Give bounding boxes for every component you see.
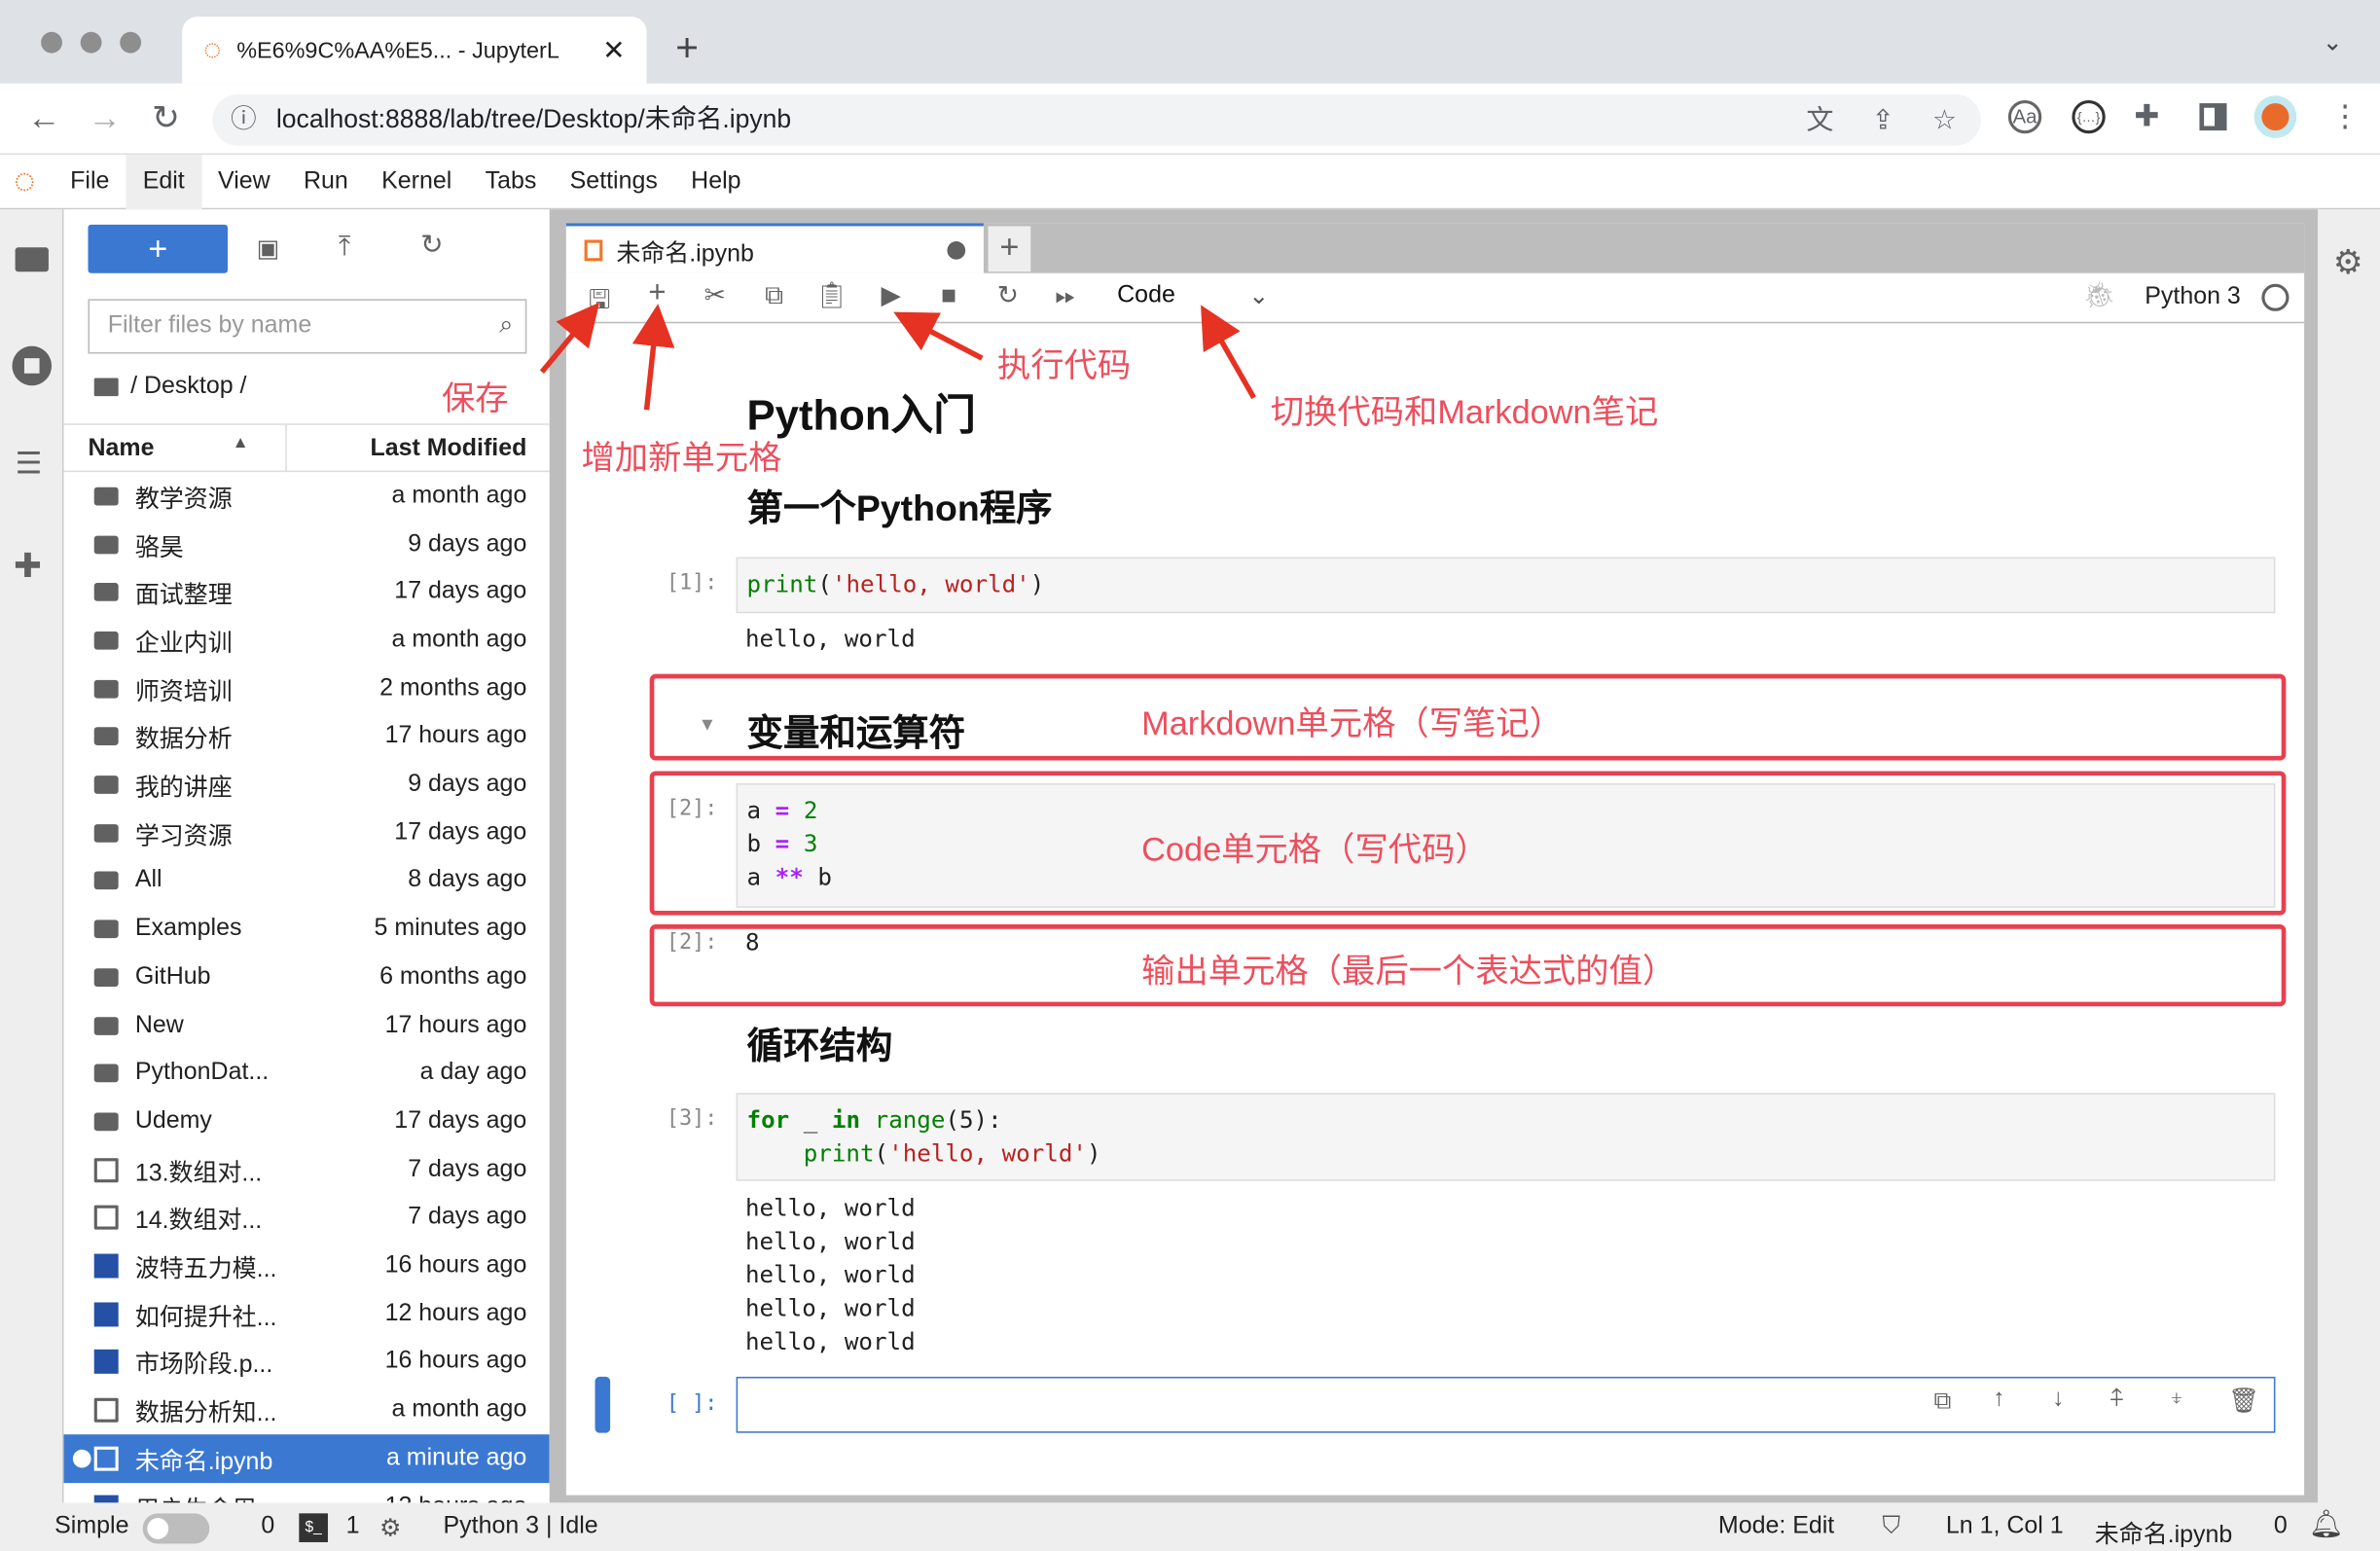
bell-icon[interactable]: 🔔︎ — [2309, 1509, 2344, 1541]
arrow-switch — [1201, 305, 1256, 400]
terminal-icon: $_ — [299, 1513, 328, 1542]
arrow-save — [539, 302, 600, 374]
status-bar: Simple 0 $_ 1 ⚙ Python 3 | Idle Mode: Ed… — [0, 1502, 2380, 1551]
simple-mode-label: Simple — [54, 1513, 129, 1539]
arrow-add-cell — [631, 304, 675, 411]
annotation-arrows — [539, 302, 1256, 411]
kernel-status[interactable]: Python 3 | Idle — [444, 1513, 598, 1540]
mode-indicator: Mode: Edit — [1717, 1513, 1835, 1539]
kernel-chip-icon: ⚙ — [379, 1516, 402, 1542]
kernel-count[interactable]: 1 — [346, 1513, 360, 1540]
notification-count[interactable]: 0 — [2274, 1513, 2288, 1540]
current-file: 未命名.ipynb — [2094, 1522, 2233, 1549]
arrow-run — [893, 311, 984, 361]
cursor-position[interactable]: Ln 1, Col 1 — [1946, 1513, 2064, 1540]
terminal-count[interactable]: 0 — [261, 1513, 274, 1540]
trusted-shield-icon[interactable]: ⛉ — [1882, 1513, 1900, 1540]
simple-mode-toggle[interactable] — [142, 1513, 210, 1544]
